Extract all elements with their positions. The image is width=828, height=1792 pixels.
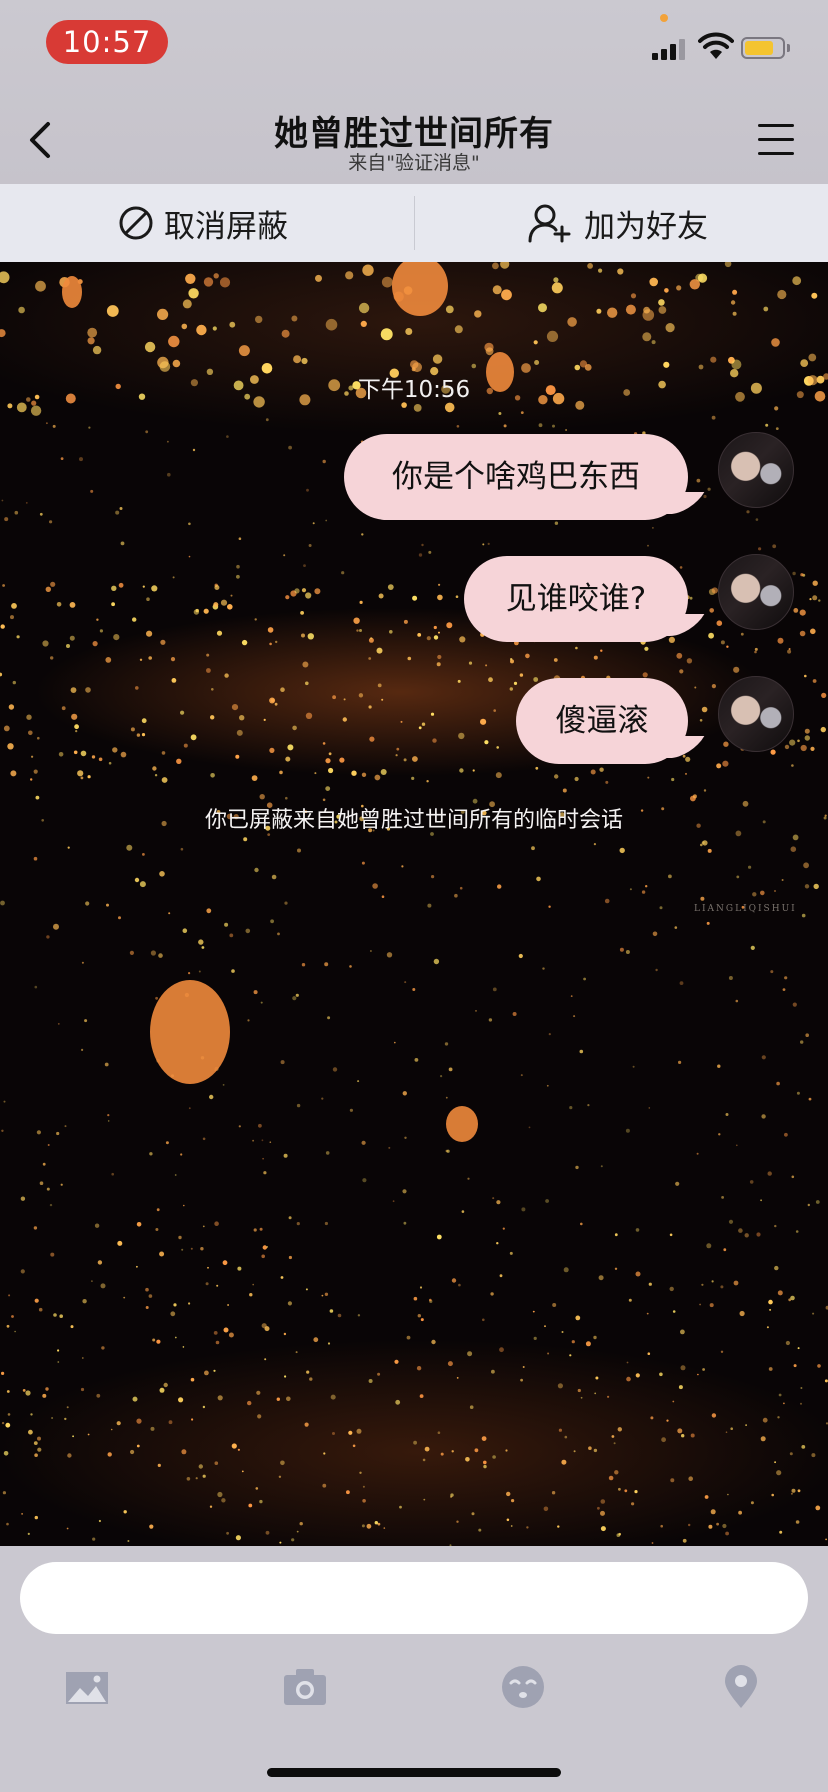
camera-icon[interactable]: [282, 1664, 328, 1710]
message-row: 见谁咬谁?: [464, 554, 794, 642]
add-friend-label: 加为好友: [584, 208, 708, 245]
hamburger-menu-icon[interactable]: [758, 122, 796, 156]
message-input[interactable]: [20, 1562, 808, 1634]
home-indicator: [267, 1768, 561, 1777]
recording-dot-icon: [660, 14, 668, 22]
image-icon[interactable]: [64, 1664, 110, 1710]
message-bubble[interactable]: 你是个啥鸡巴东西: [344, 434, 688, 520]
message-bubble[interactable]: 傻逼滚: [516, 678, 688, 764]
chat-area[interactable]: LIANGLIQISHUI 下午10:56 你是个啥鸡巴东西 见谁咬谁? 傻逼滚…: [0, 262, 828, 1546]
message-row: 傻逼滚: [516, 676, 794, 764]
avatar[interactable]: [718, 554, 794, 630]
avatar[interactable]: [718, 432, 794, 508]
wifi-icon: [698, 32, 734, 59]
action-bar: 取消屏蔽 加为好友: [0, 184, 828, 263]
status-time: 10:57: [46, 20, 168, 64]
battery-cap: [787, 44, 790, 52]
cellular-signal-icon: [652, 38, 690, 60]
unblock-button[interactable]: 取消屏蔽: [118, 184, 288, 262]
message-row: 你是个啥鸡巴东西: [344, 432, 794, 520]
blocked-notice: 你已屏蔽来自她曾胜过世间所有的临时会话: [204, 808, 623, 833]
message-timestamp: 下午10:56: [357, 377, 471, 403]
unblock-label: 取消屏蔽: [164, 208, 288, 245]
action-divider: [414, 196, 415, 250]
avatar[interactable]: [718, 676, 794, 752]
top-navigation-bar: 10:57 她曾胜过世间所有 来自"验证消息": [0, 0, 828, 184]
prohibited-icon: [119, 206, 153, 240]
input-panel: [0, 1546, 828, 1792]
page-subtitle: 来自"验证消息": [348, 152, 480, 174]
location-icon[interactable]: [718, 1664, 764, 1710]
emoji-icon[interactable]: [500, 1664, 546, 1710]
add-user-icon: [528, 204, 571, 243]
add-friend-button[interactable]: 加为好友: [528, 184, 708, 262]
message-bubble[interactable]: 见谁咬谁?: [464, 556, 688, 642]
battery-icon: [741, 37, 785, 59]
background-watermark: LIANGLIQISHUI: [694, 904, 797, 914]
